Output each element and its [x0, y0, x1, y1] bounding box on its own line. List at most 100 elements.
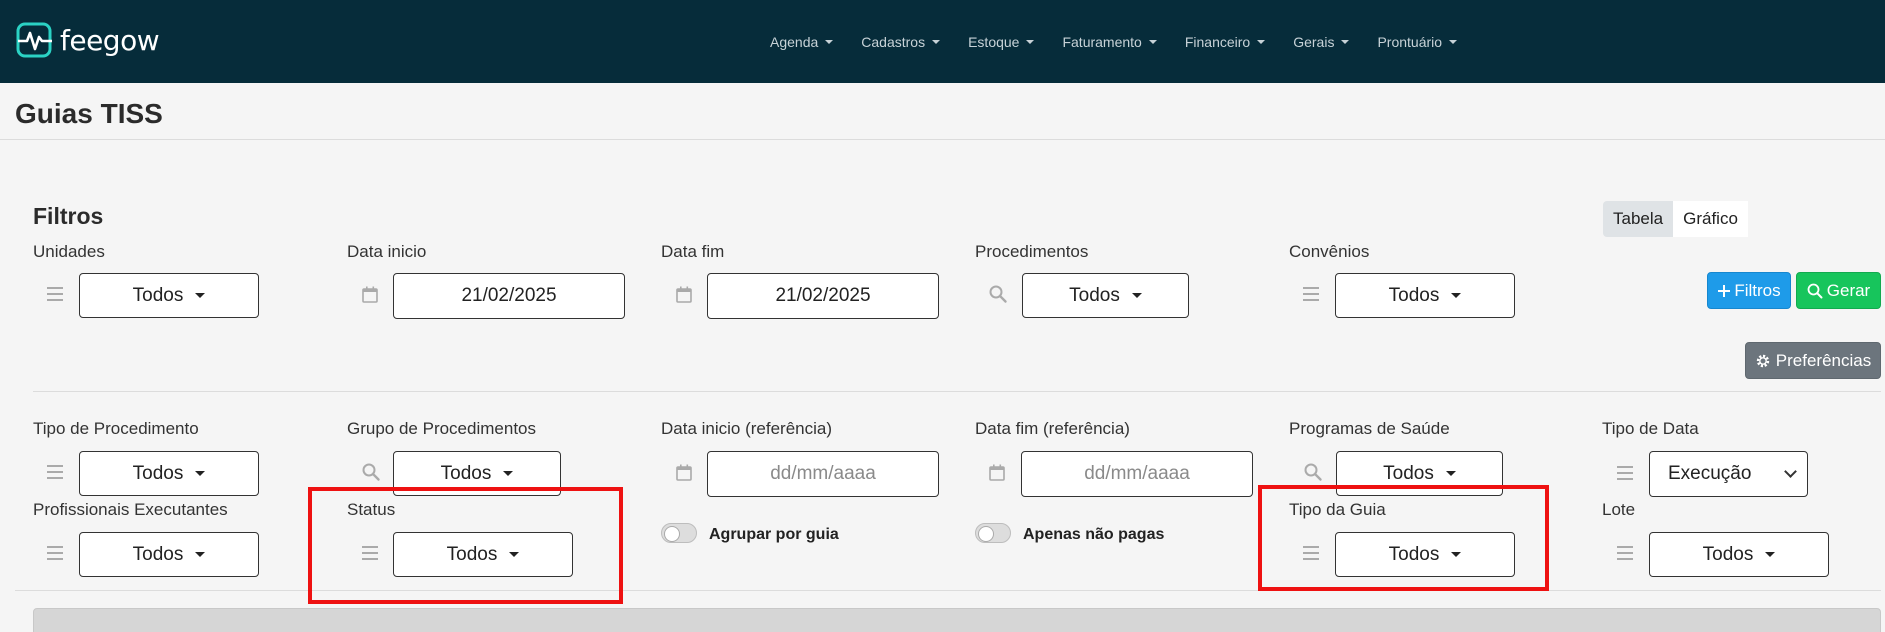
preferencias-button-label: Preferências [1775, 350, 1872, 370]
nav-prontuario-label: Prontuário [1377, 33, 1443, 50]
tipo-procedimento-label: Tipo de Procedimento [33, 419, 199, 438]
main-menu: Agenda Cadastros Estoque Faturamento Fin… [770, 0, 1485, 83]
unidades-select[interactable]: Todos [79, 273, 259, 318]
unidades-label: Unidades [33, 242, 105, 261]
chevron-down-icon [1341, 39, 1350, 44]
tipo-procedimento-value: Todos [132, 462, 184, 484]
list-icon [1617, 466, 1633, 480]
chevron-down-icon [1148, 39, 1157, 44]
grupo-procedimentos-label: Grupo de Procedimentos [347, 419, 536, 438]
view-toggle: Tabela Gráfico [1603, 201, 1748, 237]
tipo-guia-highlight-box [1258, 485, 1549, 591]
programas-saude-label: Programas de Saúde [1289, 419, 1450, 438]
search-icon [1807, 283, 1823, 298]
plus-icon [1718, 284, 1731, 297]
profissionais-label: Profissionais Executantes [33, 500, 228, 519]
list-icon [47, 465, 63, 479]
tab-tabela[interactable]: Tabela [1603, 201, 1674, 237]
data-fim-ref-input[interactable]: dd/mm/aaaa [1021, 451, 1253, 497]
calendar-icon [989, 464, 1005, 481]
chevron-down-icon [825, 39, 834, 44]
nav-prontuario[interactable]: Prontuário [1377, 33, 1458, 50]
search-icon [989, 285, 1007, 303]
programas-saude-value: Todos [1383, 462, 1434, 484]
nav-cadastros[interactable]: Cadastros [861, 34, 941, 50]
unidades-value: Todos [132, 284, 184, 306]
search-icon [1304, 463, 1322, 481]
procedimentos-select[interactable]: Todos [1022, 273, 1189, 318]
filtros-button[interactable]: Filtros [1707, 272, 1791, 309]
chevron-down-icon [1026, 39, 1035, 44]
filtros-button-label: Filtros [1734, 280, 1781, 300]
data-fim-ref-label: Data fim (referência) [975, 419, 1130, 438]
nav-agenda-label: Agenda [770, 33, 819, 50]
nav-financeiro-label: Financeiro [1184, 33, 1251, 50]
list-icon [1617, 546, 1633, 560]
data-fim-value: 21/02/2025 [775, 285, 871, 306]
chevron-down-icon [1449, 39, 1458, 44]
nav-financeiro[interactable]: Financeiro [1184, 33, 1266, 50]
filters-divider [33, 391, 1881, 392]
convenios-value: Todos [1388, 284, 1440, 306]
procedimentos-label: Procedimentos [975, 242, 1089, 261]
gerar-button-label: Gerar [1826, 280, 1871, 300]
tipo-data-value: Execução [1668, 463, 1752, 484]
data-inicio-ref-input[interactable]: dd/mm/aaaa [707, 451, 939, 497]
data-fim-ref-placeholder: dd/mm/aaaa [1084, 463, 1190, 484]
caret-down-icon [1765, 552, 1776, 557]
tipo-data-select[interactable]: Execução [1649, 451, 1808, 497]
apenas-nao-pagas-label: Apenas não pagas [1023, 526, 1165, 543]
apenas-nao-pagas-toggle[interactable] [975, 523, 1011, 543]
caret-down-icon [503, 471, 514, 476]
nav-estoque[interactable]: Estoque [968, 33, 1035, 50]
caret-down-icon [1445, 471, 1456, 476]
caret-down-icon [195, 552, 206, 557]
calendar-icon [676, 286, 692, 303]
gerar-button[interactable]: Gerar [1796, 272, 1881, 309]
nav-faturamento-label: Faturamento [1062, 33, 1142, 50]
nav-estoque-label: Estoque [968, 33, 1020, 50]
list-icon [47, 287, 63, 301]
search-icon [362, 463, 380, 481]
status-highlight-box [308, 487, 623, 604]
nav-faturamento[interactable]: Faturamento [1062, 33, 1157, 50]
lote-value: Todos [1702, 543, 1754, 565]
caret-down-icon [1131, 293, 1142, 298]
preferencias-button[interactable]: Preferências [1745, 342, 1881, 379]
data-inicio-value: 21/02/2025 [461, 285, 557, 306]
lote-label: Lote [1602, 500, 1636, 519]
convenios-select[interactable]: Todos [1335, 273, 1515, 318]
lote-select[interactable]: Todos [1649, 532, 1829, 577]
convenios-label: Convênios [1289, 242, 1370, 261]
nav-gerais-label: Gerais [1293, 33, 1335, 50]
data-inicio-ref-placeholder: dd/mm/aaaa [770, 463, 876, 484]
filters-title: Filtros [33, 203, 104, 229]
procedimentos-value: Todos [1069, 284, 1120, 306]
agrupar-guia-toggle[interactable] [661, 523, 697, 543]
caret-down-icon [1451, 293, 1462, 298]
gear-icon [1756, 354, 1769, 367]
app-logo[interactable]: feegow [16, 22, 160, 58]
nav-agenda[interactable]: Agenda [770, 33, 834, 50]
top-navbar: feegow Agenda Cadastros Estoque Faturame… [0, 0, 1885, 83]
results-panel [33, 608, 1881, 632]
data-inicio-input[interactable]: 21/02/2025 [393, 273, 625, 319]
data-fim-input[interactable]: 21/02/2025 [707, 273, 939, 319]
calendar-icon [676, 464, 692, 481]
page-title: Guias TISS [15, 98, 163, 129]
calendar-icon [362, 286, 378, 303]
data-fim-label: Data fim [661, 242, 725, 261]
tab-grafico[interactable]: Gráfico [1673, 201, 1748, 237]
caret-down-icon [195, 471, 206, 476]
tipo-procedimento-select[interactable]: Todos [79, 451, 259, 496]
caret-down-icon [195, 293, 206, 298]
list-icon [1303, 287, 1319, 301]
logo-text: feegow [60, 23, 160, 57]
chevron-down-icon [932, 39, 941, 44]
tipo-data-label: Tipo de Data [1602, 419, 1699, 438]
profissionais-select[interactable]: Todos [79, 532, 259, 577]
chevron-down-icon [1257, 39, 1266, 44]
nav-gerais[interactable]: Gerais [1293, 33, 1350, 50]
bottom-divider [15, 590, 1881, 591]
chevron-down-icon [1784, 465, 1797, 478]
